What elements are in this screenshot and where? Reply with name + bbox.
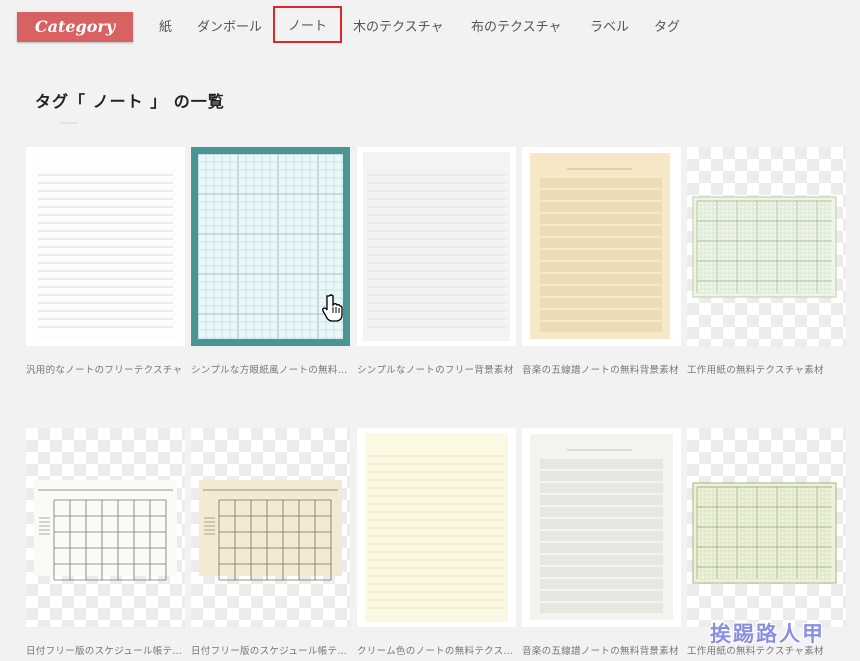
music-staff-paper-image <box>530 434 673 620</box>
card-caption: 汎用的なノートのフリーテクスチャ <box>26 365 183 376</box>
schedule-paper-image <box>199 480 342 581</box>
thumbnail[interactable] <box>357 428 516 627</box>
nav-item-paper[interactable]: 紙 <box>159 18 172 38</box>
texture-card[interactable]: 工作用紙の無料テクスチャ素材 <box>687 428 846 657</box>
texture-card[interactable]: 工作用紙の無料テクスチャ素材 <box>687 147 846 376</box>
watermark-text: 挨踢路人甲 <box>710 621 825 646</box>
nav-item-fabric-texture[interactable]: 布のテクスチャ <box>471 18 561 38</box>
card-caption: クリーム色のノートの無料テクスチャ <box>357 646 516 657</box>
grid-paper-image <box>198 154 343 339</box>
nav-item-tag[interactable]: タグ <box>654 18 680 38</box>
craft-graph-paper-image <box>692 482 837 584</box>
lined-paper-image <box>365 433 508 622</box>
thumbnail[interactable] <box>687 428 846 627</box>
texture-card[interactable]: 音楽の五線譜ノートの無料背景素材 <box>522 147 681 376</box>
card-caption: 日付フリー版のスケジュール帳テクスチャ <box>26 646 185 657</box>
card-caption: 日付フリー版のスケジュール帳テクスチャ <box>191 646 350 657</box>
card-caption: シンプルな方眼紙風ノートの無料テクスチャ <box>191 365 350 376</box>
texture-card[interactable]: 汎用的なノートのフリーテクスチャ <box>26 147 185 376</box>
card-caption: シンプルなノートのフリー背景素材 <box>357 365 514 376</box>
schedule-paper-image <box>34 480 177 581</box>
thumbnail[interactable] <box>522 147 681 346</box>
card-caption: 音楽の五線譜ノートの無料背景素材 <box>522 365 679 376</box>
thumbnail[interactable] <box>687 147 846 346</box>
lined-paper-image <box>34 153 177 340</box>
lined-paper-image <box>363 152 510 341</box>
texture-card[interactable]: 日付フリー版のスケジュール帳テクスチャ <box>26 428 185 657</box>
texture-card[interactable]: シンプルな方眼紙風ノートの無料テクスチャ <box>191 147 350 376</box>
thumbnail[interactable] <box>522 428 681 627</box>
texture-card[interactable]: 音楽の五線譜ノートの無料背景素材 <box>522 428 681 657</box>
thumbnail[interactable] <box>26 147 185 346</box>
title-divider <box>60 122 78 124</box>
nav-item-notebook[interactable]: ノート <box>273 6 342 43</box>
music-staff-paper-image <box>530 153 670 339</box>
card-caption: 音楽の五線譜ノートの無料背景素材 <box>522 646 679 657</box>
craft-graph-paper-image <box>692 196 837 298</box>
texture-card[interactable]: 日付フリー版のスケジュール帳テクスチャ <box>191 428 350 657</box>
texture-card[interactable]: クリーム色のノートの無料テクスチャ <box>357 428 516 657</box>
thumbnail-selected[interactable] <box>191 147 350 346</box>
nav-item-cardboard[interactable]: ダンボール <box>197 18 262 38</box>
texture-card[interactable]: シンプルなノートのフリー背景素材 <box>357 147 516 376</box>
thumbnail[interactable] <box>357 147 516 346</box>
category-logo[interactable]: Category <box>17 12 133 42</box>
thumbnail[interactable] <box>26 428 185 627</box>
nav-item-wood-texture[interactable]: 木のテクスチャ <box>353 18 443 38</box>
top-navigation: Category 紙 ダンボール ノート 木のテクスチャ 布のテクスチャ ラベル… <box>0 0 860 56</box>
nav-item-label[interactable]: ラベル <box>590 18 629 38</box>
card-caption: 工作用紙の無料テクスチャ素材 <box>687 365 824 376</box>
page-title: タグ「 ノート 」 の一覧 <box>35 92 225 111</box>
thumbnail[interactable] <box>191 428 350 627</box>
